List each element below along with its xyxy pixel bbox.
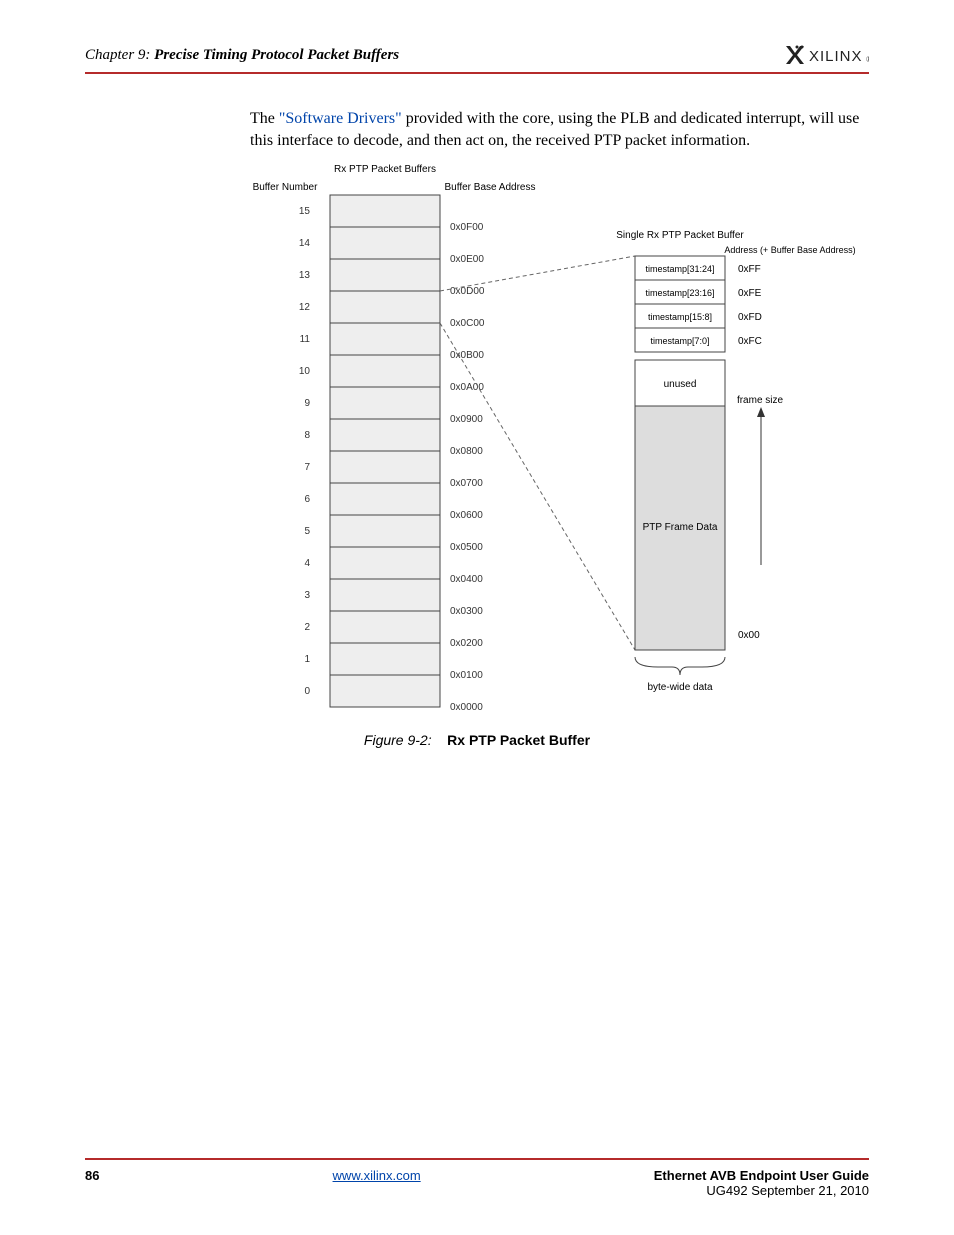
- figure-title: Rx PTP Packet Buffer: [447, 732, 590, 748]
- bufnum-12: 12: [299, 302, 311, 313]
- addr-0700: 0x0700: [450, 478, 483, 489]
- addr-0200: 0x0200: [450, 638, 483, 649]
- xilinx-logo: XILINX ®: [784, 44, 869, 66]
- bufnum-0: 0: [304, 686, 310, 697]
- ts-addr-fe: 0xFE: [738, 288, 762, 299]
- page-header: Chapter 9: Precise Timing Protocol Packe…: [85, 44, 869, 74]
- ts-addr-fd: 0xFD: [738, 312, 762, 323]
- chapter-heading: Chapter 9: Precise Timing Protocol Packe…: [85, 47, 399, 64]
- figure-caption: Figure 9-2: Rx PTP Packet Buffer: [0, 732, 954, 748]
- bufnum-3: 3: [304, 590, 310, 601]
- fig-top-title: Rx PTP Packet Buffers: [334, 164, 436, 175]
- ts-15-8: timestamp[15:8]: [648, 312, 712, 322]
- addr-0e00: 0x0E00: [450, 254, 484, 265]
- page-number: 86: [85, 1168, 99, 1183]
- ts-31-24: timestamp[31:24]: [645, 264, 714, 274]
- ptp-frame-data-label: PTP Frame Data: [643, 522, 718, 533]
- buffer-base-label: Buffer Base Address: [445, 182, 536, 193]
- addr-0100: 0x0100: [450, 670, 483, 681]
- svg-text:®: ®: [866, 55, 869, 64]
- addr-0600: 0x0600: [450, 510, 483, 521]
- byte-wide-label: byte-wide data: [647, 682, 712, 693]
- bufnum-10: 10: [299, 366, 311, 377]
- bufnum-13: 13: [299, 270, 311, 281]
- body-prefix: The: [250, 110, 279, 127]
- addr-0b00: 0x0B00: [450, 350, 484, 361]
- bufnum-1: 1: [304, 654, 310, 665]
- addr-0500: 0x0500: [450, 542, 483, 553]
- body-paragraph: The "Software Drivers" provided with the…: [250, 108, 860, 153]
- bufnum-6: 6: [304, 494, 310, 505]
- bufnum-11: 11: [300, 334, 311, 345]
- frame-size-label: frame size: [737, 395, 784, 406]
- ts-23-16: timestamp[23:16]: [645, 288, 714, 298]
- addr-0000: 0x0000: [450, 702, 483, 713]
- bufnum-9: 9: [304, 398, 310, 409]
- chapter-title: Precise Timing Protocol Packet Buffers: [154, 47, 399, 63]
- buffer-number-label: Buffer Number: [253, 182, 319, 193]
- svg-text:XILINX: XILINX: [809, 48, 863, 65]
- chapter-prefix: Chapter 9:: [85, 47, 150, 63]
- software-drivers-link[interactable]: "Software Drivers": [279, 110, 402, 127]
- addr-0d00: 0x0D00: [450, 286, 485, 297]
- figure-9-2: Rx PTP Packet Buffers Buffer Number Buff…: [240, 160, 860, 720]
- addr-0800: 0x0800: [450, 446, 483, 457]
- bufnum-15: 15: [299, 206, 311, 217]
- bufnum-8: 8: [304, 430, 310, 441]
- ts-7-0: timestamp[7:0]: [650, 336, 709, 346]
- bufnum-5: 5: [304, 526, 310, 537]
- footer-url-link[interactable]: www.xilinx.com: [333, 1168, 421, 1183]
- bufnum-14: 14: [299, 238, 311, 249]
- addr-0x00: 0x00: [738, 630, 760, 641]
- single-buffer-title: Single Rx PTP Packet Buffer: [616, 230, 744, 241]
- unused-label: unused: [664, 379, 697, 390]
- doc-name: Ethernet AVB Endpoint User Guide: [654, 1168, 869, 1183]
- doc-rev: UG492 September 21, 2010: [85, 1183, 869, 1198]
- addr-0a00: 0x0A00: [450, 382, 484, 393]
- bufnum-2: 2: [304, 622, 310, 633]
- ts-addr-fc: 0xFC: [738, 336, 762, 347]
- addr-0f00: 0x0F00: [450, 222, 484, 233]
- addr-0400: 0x0400: [450, 574, 483, 585]
- addr-offset-label: Address (+ Buffer Base Address): [724, 245, 855, 255]
- addr-0c00: 0x0C00: [450, 318, 485, 329]
- figure-number: Figure 9-2:: [364, 732, 432, 748]
- bufnum-4: 4: [304, 558, 310, 569]
- bufnum-7: 7: [304, 462, 310, 473]
- addr-0300: 0x0300: [450, 606, 483, 617]
- addr-0900: 0x0900: [450, 414, 483, 425]
- ts-addr-ff: 0xFF: [738, 264, 761, 275]
- page-footer: 86 www.xilinx.com Ethernet AVB Endpoint …: [85, 1158, 869, 1198]
